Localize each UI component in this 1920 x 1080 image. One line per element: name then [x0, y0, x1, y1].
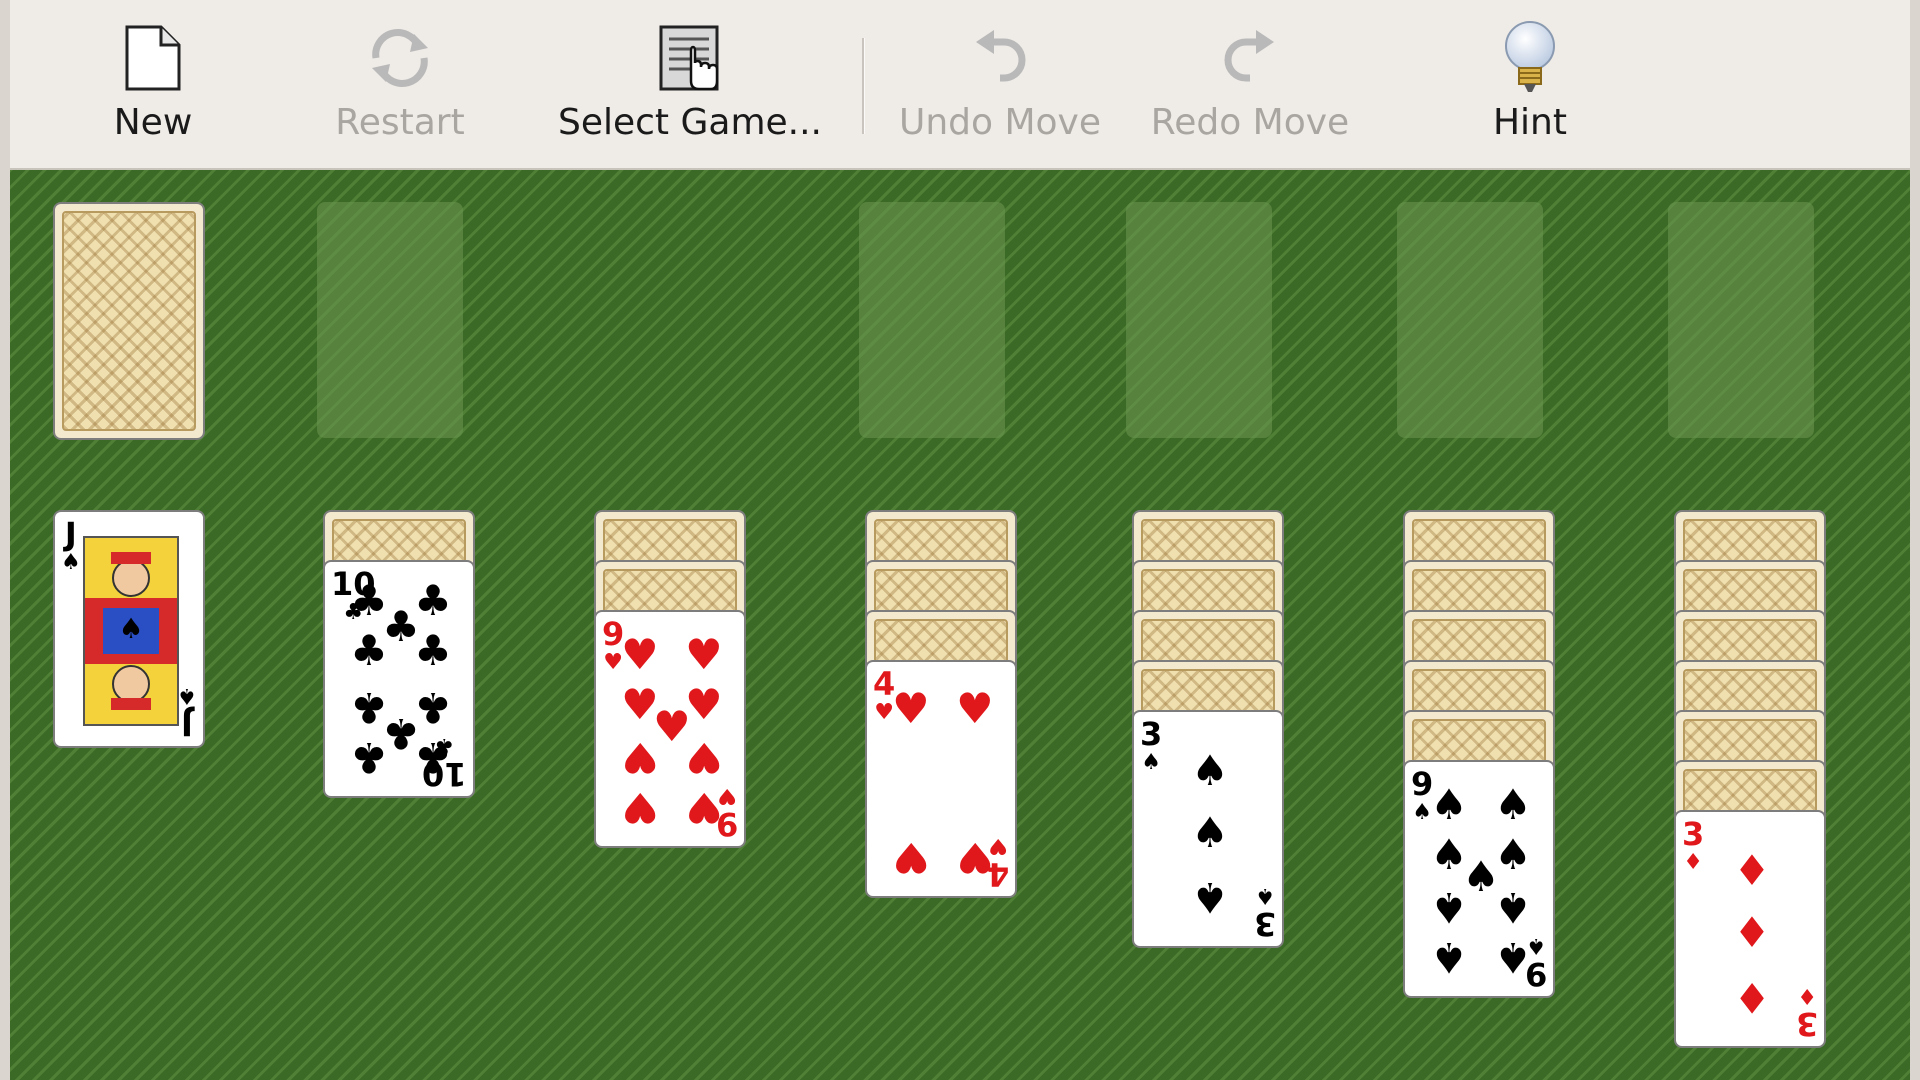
new-document-icon: [117, 22, 189, 94]
card-pip-icon: ♣: [350, 626, 388, 675]
hint-label: Hint: [1492, 102, 1567, 143]
card-rank: 3: [1682, 815, 1705, 853]
card-pip-icon: ♥: [621, 783, 659, 832]
new-game-button[interactable]: New: [98, 0, 208, 168]
card-pip-icon: ♠: [1191, 808, 1229, 857]
game-table: J ♠ J ♠ ♠ 10 ♣ 10 ♣ ♣ ♣ ♣ ♣ ♣ ♣ ♣ ♣ ♣ ♣ 9 ♥ 9 ♥ ♥ ♥ ♥ ♥ ♥ ♥ ♥ ♥ ♥ 4 ♥ 4 ♥ ♥ ♥…: [10, 170, 1910, 1080]
tableau-3-top-card[interactable]: 9 ♥ 9 ♥ ♥ ♥ ♥ ♥ ♥ ♥ ♥ ♥ ♥: [594, 610, 746, 848]
card-suit-icon: ♠: [1141, 750, 1161, 775]
card-suit-icon: ♠: [61, 550, 81, 575]
card-suit-icon: ♠: [1255, 883, 1275, 908]
foundation-slot-4[interactable]: [1668, 202, 1814, 438]
card-pip-icon: ♠: [1494, 883, 1532, 932]
restart-label: Restart: [335, 102, 465, 143]
tableau-5-top-card[interactable]: 3 ♠ 3 ♠ ♠ ♠ ♠: [1132, 710, 1284, 948]
tableau-6-top-card[interactable]: 9 ♠ 9 ♠ ♠ ♠ ♠ ♠ ♠ ♠ ♠ ♠ ♠: [1403, 760, 1555, 998]
card-pip-icon: ♣: [414, 733, 452, 782]
lightbulb-icon: [1494, 21, 1566, 94]
card-pip-icon: ♠: [1430, 883, 1468, 932]
redo-icon: [1214, 22, 1286, 94]
svg-text:♠: ♠: [118, 612, 143, 645]
card-rank: 3: [1140, 715, 1163, 753]
card-pip-icon: ♠: [1494, 933, 1532, 982]
select-game-button[interactable]: Select Game...: [530, 0, 850, 168]
card-corner-index: 3 ♠: [1140, 718, 1162, 774]
foundation-slot-1[interactable]: [859, 202, 1005, 438]
card-corner-index: J ♠: [61, 518, 81, 574]
select-game-label: Select Game...: [557, 102, 822, 143]
card-pip-icon: ♥: [621, 630, 659, 679]
undo-icon: [964, 22, 1036, 94]
card-pip-icon: ♥: [892, 684, 930, 733]
card-back-pattern: [62, 211, 196, 431]
stock-pile[interactable]: [53, 202, 205, 440]
card-rank: 3: [1253, 905, 1276, 943]
card-suit-icon: ♦: [1797, 983, 1817, 1008]
card-pip-icon: ♠: [1191, 746, 1229, 795]
card-pip-icon: ♥: [621, 733, 659, 782]
card-pip-icon: ♠: [1430, 933, 1468, 982]
tableau-1-top-card[interactable]: J ♠ J ♠ ♠: [53, 510, 205, 748]
jack-portrait-icon: ♠: [83, 536, 179, 726]
card-pip-icon: ♠: [1191, 873, 1229, 922]
card-pip-icon: ♥: [956, 833, 994, 882]
card-pip-icon: ♠: [1430, 780, 1468, 829]
card-pip-icon: ♦: [1733, 846, 1771, 895]
solitaire-window: New Restart Select Game... Undo Move Red…: [10, 0, 1910, 1080]
card-pip-icon: ♥: [685, 783, 723, 832]
card-corner-index: J ♠: [177, 683, 197, 743]
card-rank: 3: [1795, 1005, 1818, 1043]
card-pip-icon: ♥: [892, 833, 930, 882]
tableau-2-top-card[interactable]: 10 ♣ 10 ♣ ♣ ♣ ♣ ♣ ♣ ♣ ♣ ♣ ♣ ♣: [323, 560, 475, 798]
redo-move-label: Redo Move: [1150, 102, 1350, 143]
card-pip-icon: ♦: [1733, 973, 1771, 1022]
card-corner-index: 3 ♠: [1253, 883, 1276, 943]
card-corner-index: 3 ♦: [1682, 818, 1704, 874]
card-pip-icon: ♥: [956, 684, 994, 733]
new-game-label: New: [113, 102, 193, 143]
undo-move-button[interactable]: Undo Move: [898, 0, 1102, 168]
card-pip-icon: ♥: [685, 733, 723, 782]
card-pip-icon: ♠: [1494, 780, 1532, 829]
card-pip-icon: ♣: [350, 733, 388, 782]
foundation-slot-2[interactable]: [1126, 202, 1272, 438]
card-suit-icon: ♠: [177, 683, 197, 708]
undo-move-label: Undo Move: [898, 102, 1102, 143]
redo-move-button[interactable]: Redo Move: [1150, 0, 1350, 168]
card-rank: J: [64, 515, 77, 553]
card-pip-icon: ♥: [685, 630, 723, 679]
toolbar-separator: [862, 38, 865, 134]
card-rank: J: [181, 705, 194, 743]
restart-button[interactable]: Restart: [320, 0, 480, 168]
card-corner-index: 3 ♦: [1795, 983, 1818, 1043]
toolbar: New Restart Select Game... Undo Move Red…: [10, 0, 1910, 170]
tableau-4-top-card[interactable]: 4 ♥ 4 ♥ ♥ ♥ ♥ ♥: [865, 660, 1017, 898]
waste-slot[interactable]: [317, 202, 463, 438]
card-pip-icon: ♣: [414, 626, 452, 675]
card-suit-icon: ♦: [1683, 850, 1703, 875]
hint-button[interactable]: Hint: [1475, 0, 1585, 168]
tableau-7-top-card[interactable]: 3 ♦ 3 ♦ ♦ ♦ ♦: [1674, 810, 1826, 1048]
select-game-icon: [654, 22, 726, 94]
foundation-slot-3[interactable]: [1397, 202, 1543, 438]
card-pip-icon: ♦: [1733, 908, 1771, 957]
restart-icon: [364, 22, 436, 94]
